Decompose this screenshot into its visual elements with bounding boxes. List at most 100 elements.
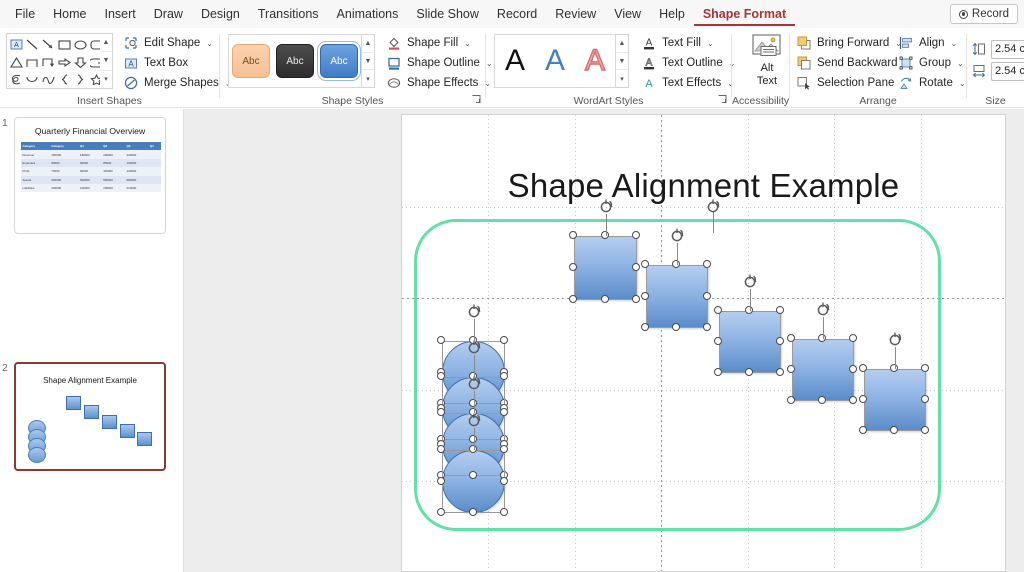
resize-handle-ne[interactable] (921, 364, 929, 372)
resize-handle-nw[interactable] (787, 334, 795, 342)
chevron-down-icon[interactable]: ⌄ (206, 39, 213, 48)
style-scroll-up-icon[interactable]: ▲ (362, 35, 374, 53)
elbow-connector-icon[interactable] (24, 54, 40, 71)
title-rotate-handle-icon[interactable] (705, 198, 721, 214)
text-fill-button[interactable]: A Text Fill ⌄ (638, 33, 738, 53)
resize-handle-sw[interactable] (787, 396, 795, 404)
resize-handle-se[interactable] (921, 426, 929, 434)
wordart-styles-gallery[interactable]: A A A (494, 34, 616, 88)
menu-item-home[interactable]: Home (44, 2, 95, 26)
shape-styles-scrollbar[interactable]: ▲ ▼ ▾ (362, 34, 375, 88)
resize-handle-w[interactable] (787, 365, 795, 373)
resize-handle-e[interactable] (500, 476, 508, 485)
style-expand-icon[interactable]: ▾ (362, 70, 374, 87)
menu-item-review[interactable]: Review (546, 2, 605, 26)
slide-editing-area[interactable]: Shape Alignment Example (184, 109, 1024, 572)
shape-width-input[interactable]: 2.54 cm (991, 61, 1024, 81)
resize-handle-nw[interactable] (437, 445, 445, 453)
resize-handle-ne[interactable] (632, 231, 640, 239)
resize-handle-nw[interactable] (859, 364, 867, 372)
shape-fill-button[interactable]: Shape Fill ⌄ (383, 33, 496, 53)
resize-handle-e[interactable] (703, 291, 711, 300)
wordart-styles-scrollbar[interactable]: ▲ ▼ ▾ (616, 34, 629, 88)
resize-handle-w[interactable] (859, 395, 867, 403)
elbow-arrow-connector-icon[interactable] (40, 54, 56, 71)
shape-styles-gallery[interactable]: Abc Abc Abc (228, 34, 362, 88)
resize-handle-sw[interactable] (859, 426, 867, 434)
slide-thumbnail-1[interactable]: 1 Quarterly Financial Overview Category C… (0, 117, 184, 237)
shape-style-thumb-peach[interactable]: Abc (232, 44, 270, 78)
text-outline-button[interactable]: A Text Outline ⌄ (638, 53, 738, 73)
rotate-handle-icon[interactable] (466, 303, 482, 319)
chevron-down-icon[interactable]: ⌄ (464, 39, 471, 48)
group-button[interactable]: Group ⌄ (895, 53, 969, 73)
rotate-handle-icon[interactable] (669, 227, 685, 243)
resize-handle-n[interactable] (890, 364, 898, 372)
resize-handle-sw[interactable] (714, 368, 722, 376)
menu-item-design[interactable]: Design (192, 2, 249, 26)
rotate-handle-icon[interactable] (815, 301, 831, 317)
gallery-scroll-down-icon[interactable]: ▼ (100, 52, 112, 71)
shapes-gallery[interactable]: A (6, 33, 106, 89)
resize-handle-ne[interactable] (500, 408, 508, 416)
menu-item-shape-format[interactable]: Shape Format (693, 2, 796, 26)
resize-handle-se[interactable] (632, 295, 640, 303)
line-arrow-icon[interactable] (40, 36, 56, 53)
resize-handle-ne[interactable] (849, 334, 857, 342)
style-scroll-down-icon[interactable]: ▼ (362, 53, 374, 71)
resize-handle-nw[interactable] (641, 260, 649, 268)
resize-handle-w[interactable] (569, 263, 577, 271)
resize-handle-se[interactable] (849, 396, 857, 404)
wordart-thumb-black[interactable]: A (505, 46, 525, 76)
resize-handle-e[interactable] (632, 263, 640, 271)
edit-shape-button[interactable]: Edit Shape ⌄ (120, 33, 235, 53)
resize-handle-n[interactable] (600, 231, 609, 239)
menu-item-help[interactable]: Help (650, 2, 694, 26)
oval-icon[interactable] (72, 36, 88, 53)
resize-handle-ne[interactable] (500, 445, 508, 453)
align-button[interactable]: Align ⌄ (895, 33, 969, 53)
resize-handle-nw[interactable] (437, 408, 445, 416)
resize-handle-se[interactable] (500, 508, 508, 516)
resize-handle-se[interactable] (703, 323, 711, 331)
wordart-scroll-up-icon[interactable]: ▲ (616, 35, 628, 53)
menu-item-animations[interactable]: Animations (328, 2, 408, 26)
record-button[interactable]: Record (949, 4, 1018, 24)
text-effects-button[interactable]: A Text Effects ⌄ (638, 73, 738, 93)
triangle-icon[interactable] (8, 54, 24, 71)
menu-item-transitions[interactable]: Transitions (249, 2, 328, 26)
shape-style-thumb-blue-selected[interactable]: Abc (316, 40, 362, 82)
shape-style-thumb-dark[interactable]: Abc (276, 44, 314, 78)
resize-handle-nw[interactable] (437, 372, 445, 380)
menu-item-view[interactable]: View (605, 2, 650, 26)
resize-handle-se[interactable] (776, 368, 784, 376)
shapes-gallery-scrollbar[interactable]: ▲ ▼ ▾ (100, 33, 113, 89)
resize-handle-w[interactable] (437, 476, 445, 485)
down-arrow-icon[interactable] (72, 54, 88, 71)
resize-handle-n[interactable] (745, 306, 753, 314)
rotate-handle-icon[interactable] (887, 331, 903, 347)
menu-item-record[interactable]: Record (488, 2, 546, 26)
left-brace-icon[interactable] (56, 71, 72, 88)
resize-handle-s[interactable] (672, 323, 680, 331)
slide-canvas[interactable]: Shape Alignment Example (401, 114, 1006, 572)
resize-handle-s[interactable] (600, 295, 609, 303)
resize-handle-nw[interactable] (437, 336, 445, 344)
curve-icon[interactable] (24, 71, 40, 88)
shape-outline-button[interactable]: Shape Outline ⌄ (383, 53, 496, 73)
wordart-thumb-pink-outline[interactable]: A (584, 45, 605, 76)
shape-height-input[interactable]: 2.54 cm (991, 39, 1024, 59)
resize-handle-ne[interactable] (703, 260, 711, 268)
resize-handle-ne[interactable] (500, 336, 508, 344)
slide-thumb-2-canvas[interactable]: Shape Alignment Example (14, 362, 166, 471)
textbox-icon[interactable]: A (8, 36, 24, 53)
shape-effects-button[interactable]: Shape Effects ⌄ (383, 73, 496, 93)
resize-handle-s[interactable] (745, 368, 753, 376)
wordart-thumb-blue[interactable]: A (545, 46, 565, 76)
gallery-scroll-up-icon[interactable]: ▲ (100, 34, 112, 53)
chevron-down-icon[interactable]: ⌄ (959, 79, 966, 88)
menu-item-file[interactable]: File (6, 2, 44, 26)
line-icon[interactable] (24, 36, 40, 53)
resize-handle-s[interactable] (468, 508, 477, 516)
resize-handle-s[interactable] (818, 396, 826, 404)
